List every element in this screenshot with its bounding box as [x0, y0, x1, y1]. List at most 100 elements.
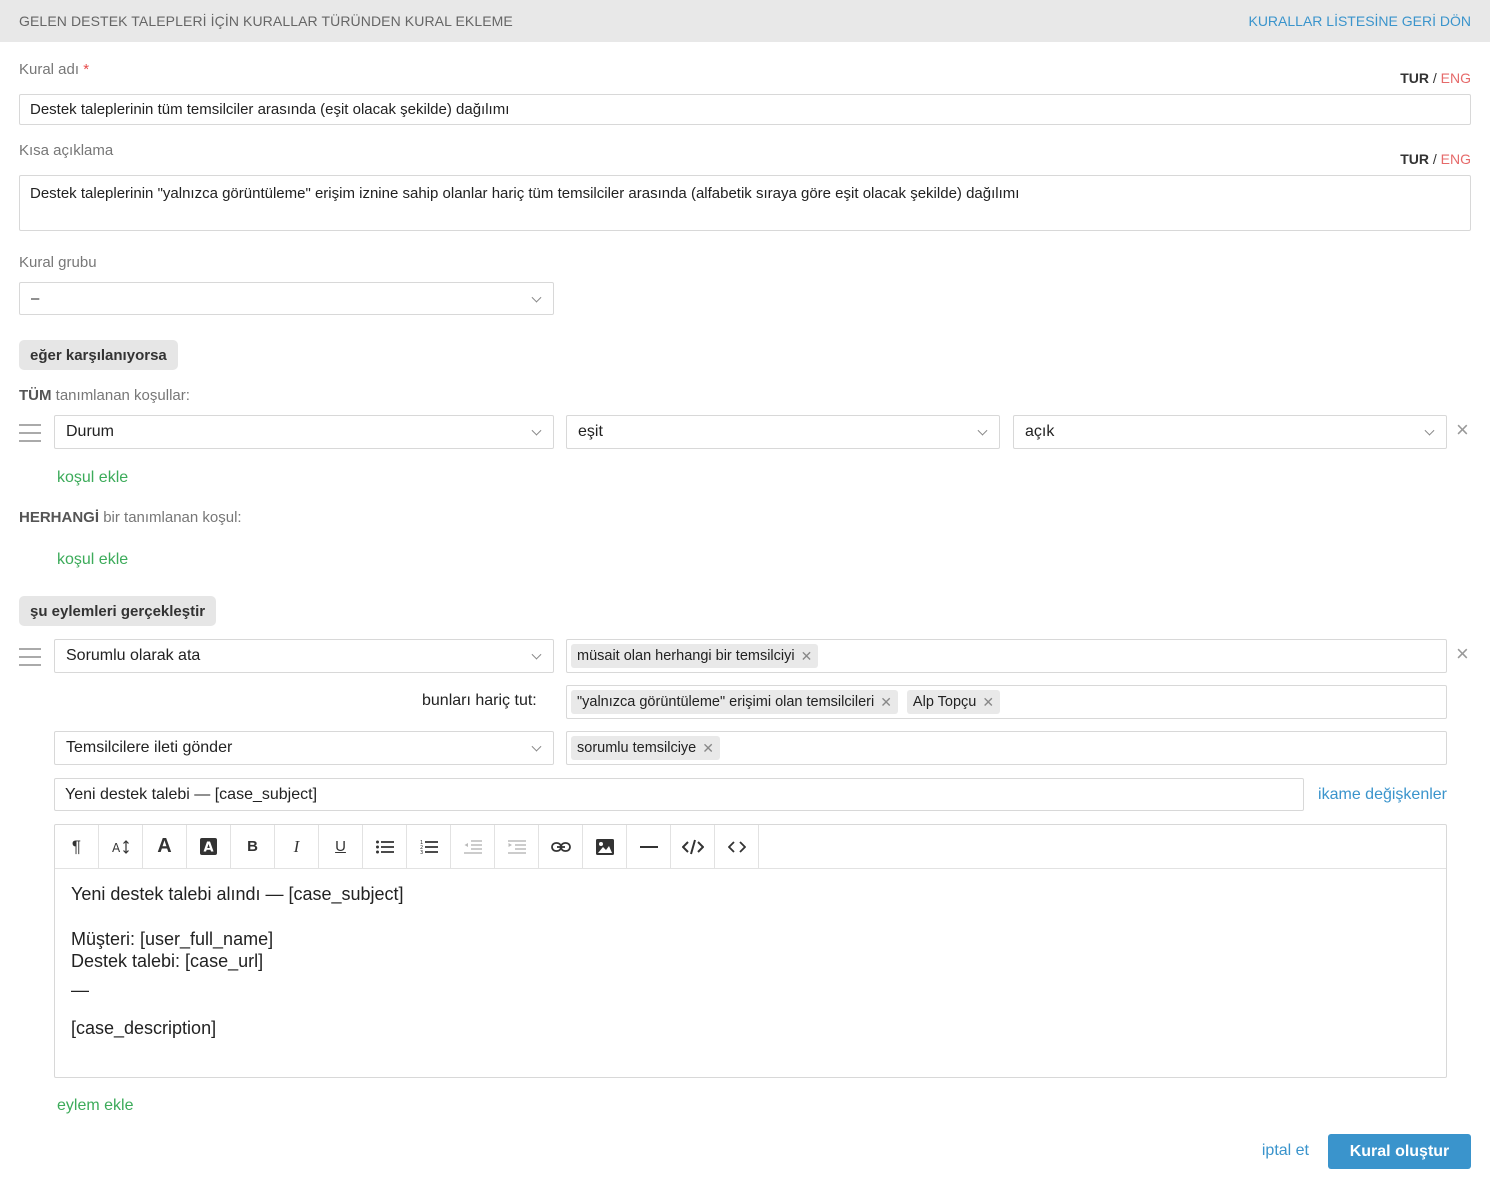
except-tag: Alp Topçu ✕ [906, 690, 1001, 714]
condition-field-value: Durum [66, 423, 115, 440]
add-all-condition-link[interactable]: koşul ekle [57, 469, 128, 487]
chevron-down-icon [531, 741, 542, 752]
assignee-tag-input[interactable]: müsait olan herhangi bir temsilciyi ✕ [566, 639, 1447, 673]
lang-tur-button[interactable]: TUR [1400, 151, 1429, 167]
rule-name-input[interactable]: Destek taleplerinin tüm temsilciler aras… [19, 94, 1471, 125]
outdent-icon[interactable] [451, 825, 495, 868]
message-subject-value: Yeni destek talebi — [case_subject] [65, 785, 318, 803]
chevron-down-icon [977, 425, 988, 436]
horizontal-rule-icon[interactable] [627, 825, 671, 868]
page-title: GELEN DESTEK TALEPLERİ İÇİN KURALLAR TÜR… [19, 13, 513, 29]
add-action-link[interactable]: eylem ekle [57, 1097, 133, 1115]
rule-name-label-text: Kural adı [19, 61, 80, 78]
bold-icon[interactable]: B [231, 825, 275, 868]
create-rule-button[interactable]: Kural oluştur [1328, 1134, 1471, 1169]
condition-value-select[interactable]: açık [1013, 415, 1447, 449]
substitution-variables-link[interactable]: ikame değişkenler [1318, 786, 1447, 804]
body-line: Yeni destek talebi alındı — [case_subjec… [71, 884, 404, 904]
remove-tag-close-icon[interactable]: ✕ [702, 740, 714, 757]
rule-group-label: Kural grubu [19, 254, 97, 271]
lang-eng-button[interactable]: ENG [1441, 151, 1471, 167]
font-color-icon[interactable]: A [143, 825, 187, 868]
except-tag-input[interactable]: "yalnızca görüntüleme" erişimi olan tems… [566, 685, 1447, 719]
rule-name-value: Destek taleplerinin tüm temsilciler aras… [30, 101, 510, 118]
tag-label: müsait olan herhangi bir temsilciyi [577, 648, 795, 664]
any-condition-strong: HERHANGİ [19, 509, 100, 526]
lang-tur-button[interactable]: TUR [1400, 70, 1429, 86]
source-icon[interactable] [715, 825, 759, 868]
tag-label: Alp Topçu [912, 694, 977, 710]
recipient-tag: sorumlu temsilciye ✕ [571, 736, 720, 760]
body-line: [case_description] [71, 1018, 217, 1038]
chevron-down-icon [1424, 425, 1435, 436]
link-icon[interactable] [539, 825, 583, 868]
condition-field-select[interactable]: Durum [54, 415, 554, 449]
body-line: Müşteri: [user_full_name] [71, 928, 274, 949]
message-subject-input[interactable]: Yeni destek talebi — [case_subject] [54, 778, 1304, 811]
conditions-section-badge: eğer karşılanıyorsa [19, 340, 178, 370]
svg-text:A: A [203, 841, 213, 856]
underline-icon[interactable]: U [319, 825, 363, 868]
short-desc-lang-switch: TUR / ENG [1400, 151, 1471, 167]
action-type-value: Temsilcilere ileti gönder [66, 739, 233, 756]
remove-action-close-icon[interactable]: × [1456, 643, 1469, 665]
editor-content[interactable]: Yeni destek talebi alındı — [case_subjec… [55, 869, 1446, 1054]
message-body-editor[interactable]: ¶ A A A B I U 123 Yeni destek talebi alı… [54, 824, 1447, 1078]
tag-label: sorumlu temsilciye [577, 740, 697, 756]
action-type-select[interactable]: Temsilcilere ileti gönder [54, 731, 554, 765]
remove-tag-close-icon[interactable]: ✕ [801, 648, 813, 665]
body-line: — [71, 979, 89, 1000]
all-conditions-strong: TÜM [19, 387, 52, 404]
except-label: bunları hariç tut: [422, 692, 537, 709]
cancel-button[interactable]: iptal et [1262, 1142, 1309, 1160]
any-condition-text: bir tanımlanan koşul: [103, 509, 242, 526]
top-bar: GELEN DESTEK TALEPLERİ İÇİN KURALLAR TÜR… [0, 0, 1490, 42]
action-type-select[interactable]: Sorumlu olarak ata [54, 639, 554, 673]
all-conditions-label: TÜM tanımlanan koşullar: [19, 387, 190, 404]
numbered-list-icon[interactable]: 123 [407, 825, 451, 868]
tag-label: "yalnızca görüntüleme" erişimi olan tems… [577, 694, 875, 710]
svg-text:A: A [112, 841, 121, 855]
indent-icon[interactable] [495, 825, 539, 868]
rule-group-select[interactable]: – [19, 282, 554, 315]
back-to-rules-link[interactable]: KURALLAR LİSTESİNE GERİ DÖN [1248, 13, 1471, 29]
required-mark: * [83, 61, 90, 78]
condition-operator-value: eşit [578, 423, 603, 440]
short-desc-value: Destek taleplerinin "yalnızca görüntülem… [30, 185, 1020, 202]
all-conditions-text: tanımlanan koşullar: [55, 387, 190, 404]
recipient-tag-input[interactable]: sorumlu temsilciye ✕ [566, 731, 1447, 765]
drag-handle-icon[interactable] [19, 648, 41, 668]
lang-separator: / [1432, 70, 1437, 86]
condition-operator-select[interactable]: eşit [566, 415, 1000, 449]
rule-name-label: Kural adı * [19, 61, 89, 78]
short-desc-textarea[interactable]: Destek taleplerinin "yalnızca görüntülem… [19, 175, 1471, 231]
rule-name-lang-switch: TUR / ENG [1400, 70, 1471, 86]
remove-tag-close-icon[interactable]: ✕ [880, 694, 892, 711]
action-type-value: Sorumlu olarak ata [66, 647, 201, 664]
rule-group-value: – [31, 290, 40, 307]
except-tag: "yalnızca görüntüleme" erişimi olan tems… [571, 690, 898, 714]
add-any-condition-link[interactable]: koşul ekle [57, 551, 128, 569]
chevron-down-icon [531, 649, 542, 660]
code-view-icon[interactable] [671, 825, 715, 868]
drag-handle-icon[interactable] [19, 424, 41, 444]
any-condition-label: HERHANGİ bir tanımlanan koşul: [19, 509, 242, 526]
chevron-down-icon [531, 292, 542, 303]
bulleted-list-icon[interactable] [363, 825, 407, 868]
assignee-tag: müsait olan herhangi bir temsilciyi ✕ [571, 644, 819, 668]
background-color-icon[interactable]: A [187, 825, 231, 868]
chevron-down-icon [531, 425, 542, 436]
remove-tag-close-icon[interactable]: ✕ [982, 694, 994, 711]
short-desc-label: Kısa açıklama [19, 142, 114, 159]
paragraph-icon[interactable]: ¶ [55, 825, 99, 868]
image-icon[interactable] [583, 825, 627, 868]
editor-toolbar: ¶ A A A B I U 123 [55, 825, 1446, 869]
font-size-icon[interactable]: A [99, 825, 143, 868]
lang-separator: / [1432, 151, 1437, 167]
remove-condition-close-icon[interactable]: × [1456, 419, 1469, 441]
condition-value-value: açık [1025, 423, 1055, 440]
lang-eng-button[interactable]: ENG [1441, 70, 1471, 86]
italic-icon[interactable]: I [275, 825, 319, 868]
body-line: Destek talebi: [case_url] [71, 951, 264, 971]
actions-section-badge: şu eylemleri gerçekleştir [19, 596, 217, 626]
